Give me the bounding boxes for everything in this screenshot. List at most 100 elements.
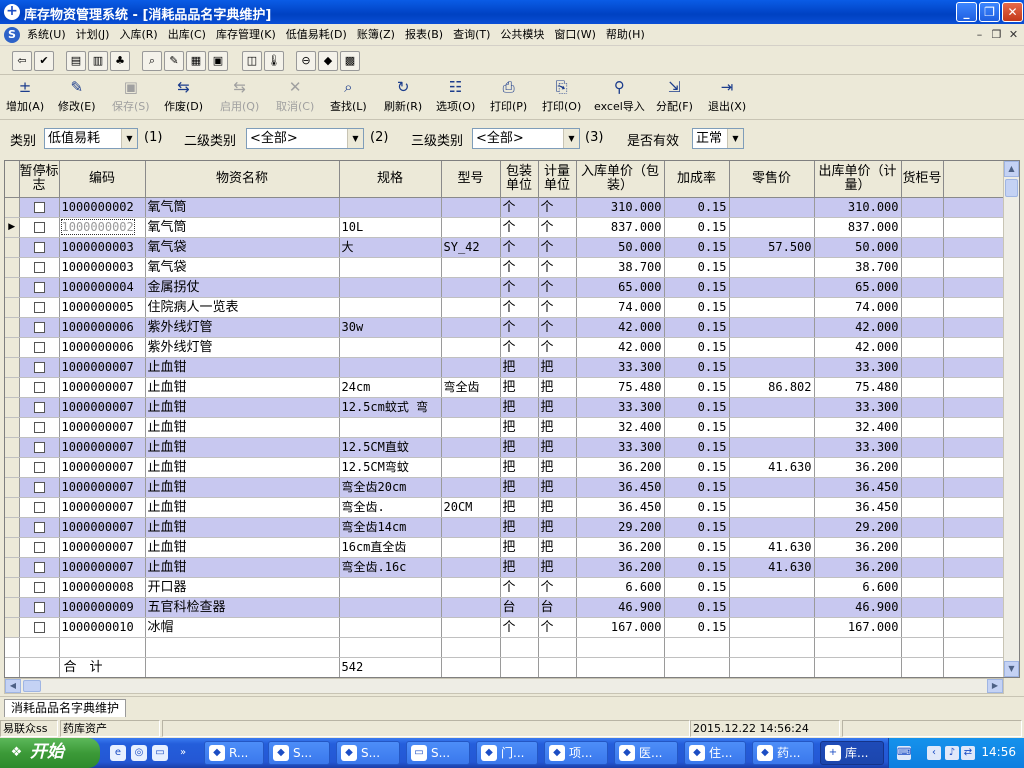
chevron-right-icon[interactable]: »	[175, 745, 191, 761]
cell-code[interactable]: 1000000003	[59, 257, 146, 278]
cell-spec[interactable]: 12.5CM直蚊	[339, 437, 442, 458]
suspend-checkbox[interactable]	[33, 241, 45, 253]
suspend-checkbox[interactable]	[33, 481, 45, 493]
cell-spec[interactable]: 弯全齿.	[339, 497, 442, 518]
toolbar-button-4[interactable]: ⇆ 启用(Q)	[220, 78, 259, 118]
cell-in-price[interactable]: 38.700	[576, 257, 665, 278]
cell-name[interactable]: 氧气筒	[145, 197, 340, 218]
cell-code[interactable]: 1000000007	[59, 397, 146, 418]
cell-model[interactable]	[441, 537, 501, 558]
cell-code[interactable]: 1000000004	[59, 277, 146, 298]
cell-code[interactable]: 1000000007	[59, 557, 146, 578]
cell-model[interactable]	[441, 597, 501, 618]
cell-spec[interactable]	[339, 417, 442, 438]
cell-in-price[interactable]: 33.300	[576, 397, 665, 418]
cell-pack[interactable]: 把	[500, 557, 539, 578]
cell-model[interactable]	[441, 577, 501, 598]
table-row[interactable]: 1000000007 止血钳 16cm直全齿 把 把 36.200 0.15 41.630 36…	[5, 537, 1004, 558]
cell-in-price[interactable]: 36.450	[576, 497, 665, 518]
suspend-checkbox[interactable]	[33, 601, 45, 613]
cell-retail[interactable]	[729, 517, 815, 538]
cell-retail[interactable]	[729, 597, 815, 618]
cell-out-price[interactable]: 36.200	[814, 557, 902, 578]
table-row[interactable]: 1000000007 止血钳 弯全齿20cm 把 把 36.450 0.15 36.450	[5, 477, 1004, 498]
cell-model[interactable]	[441, 197, 501, 218]
cell-model[interactable]	[441, 217, 501, 238]
cell-code[interactable]: 1000000007	[59, 497, 146, 518]
cell-unit[interactable]: 个	[538, 297, 577, 318]
cell-cabinet[interactable]	[901, 517, 944, 538]
cell-model[interactable]	[441, 617, 501, 638]
cell-out-price[interactable]: 310.000	[814, 197, 902, 218]
cell-retail[interactable]	[729, 217, 815, 238]
cell-out-price[interactable]: 33.300	[814, 397, 902, 418]
cell-unit[interactable]: 个	[538, 237, 577, 258]
column-header-0[interactable]: 暂停标志	[19, 161, 60, 198]
cell-model[interactable]	[441, 457, 501, 478]
cell-in-price[interactable]: 65.000	[576, 277, 665, 298]
cell-in-price[interactable]: 36.200	[576, 537, 665, 558]
row-indicator[interactable]	[5, 357, 20, 378]
taskbar-item-1[interactable]: ◆ S...	[268, 741, 330, 765]
document-icon[interactable]: ▤	[66, 51, 86, 71]
cell-code[interactable]: 1000000007	[59, 457, 146, 478]
cell-pack[interactable]: 把	[500, 457, 539, 478]
cell-cabinet[interactable]	[901, 457, 944, 478]
cell-spec[interactable]: 弯全齿.16c	[339, 557, 442, 578]
table-row[interactable]: 1000000003 氧气袋 大 SY_42 个 个 50.000 0.15 57.500 50.…	[5, 237, 1004, 258]
cell-name[interactable]: 住院病人一览表	[145, 297, 340, 318]
cell-in-price[interactable]: 33.300	[576, 357, 665, 378]
cell-unit[interactable]: 个	[538, 217, 577, 238]
cell-markup[interactable]: 0.15	[664, 317, 730, 338]
cell-pack[interactable]: 把	[500, 377, 539, 398]
cell-unit[interactable]: 个	[538, 257, 577, 278]
cell-name[interactable]: 紫外线灯管	[145, 337, 340, 358]
cell-pack[interactable]: 把	[500, 477, 539, 498]
tab-item-dictionary[interactable]: 消耗品品名字典维护	[4, 699, 127, 717]
taskbar-item-3[interactable]: ▭ S...	[406, 741, 470, 765]
taskbar-item-6[interactable]: ◆ 医...	[614, 741, 678, 765]
cell-out-price[interactable]: 74.000	[814, 297, 902, 318]
cell-in-price[interactable]: 42.000	[576, 317, 665, 338]
cell-pack[interactable]: 把	[500, 517, 539, 538]
cell-in-price[interactable]: 33.300	[576, 437, 665, 458]
row-indicator[interactable]	[5, 337, 20, 358]
cell-code[interactable]: 1000000006	[59, 337, 146, 358]
toolbar-button-8[interactable]: ☷ 选项(O)	[436, 78, 475, 118]
toolbar-button-1[interactable]: ✎ 修改(E)	[58, 78, 96, 118]
scroll-left-icon[interactable]: ◀	[5, 679, 21, 693]
cell-pack[interactable]: 个	[500, 577, 539, 598]
cell-model[interactable]: 弯全齿	[441, 377, 501, 398]
column-header-10[interactable]: 出库单价（计量）	[814, 161, 902, 198]
taskbar-item-9[interactable]: + 库...	[820, 741, 884, 765]
horizontal-scrollbar[interactable]: ◀ ▶	[4, 678, 1004, 694]
cell-out-price[interactable]: 38.700	[814, 257, 902, 278]
cell-unit[interactable]: 把	[538, 417, 577, 438]
cell-markup[interactable]: 0.15	[664, 277, 730, 298]
suspend-checkbox[interactable]	[33, 301, 45, 313]
row-indicator[interactable]	[5, 577, 20, 598]
cell-cabinet[interactable]	[901, 297, 944, 318]
grid-icon[interactable]: ▦	[186, 51, 206, 71]
cell-in-price[interactable]: 36.200	[576, 457, 665, 478]
cell-model[interactable]	[441, 437, 501, 458]
column-header-11[interactable]: 货柜号	[901, 161, 944, 198]
suspend-checkbox[interactable]	[33, 361, 45, 373]
cell-in-price[interactable]: 6.600	[576, 577, 665, 598]
cell-name[interactable]: 止血钳	[145, 517, 340, 538]
cell-cabinet[interactable]	[901, 197, 944, 218]
cell-in-price[interactable]: 32.400	[576, 417, 665, 438]
category-select[interactable]: 低值易耗 ▼	[44, 128, 138, 149]
suspend-checkbox[interactable]	[33, 261, 45, 273]
cell-markup[interactable]: 0.15	[664, 237, 730, 258]
cell-retail[interactable]	[729, 617, 815, 638]
toolbar-button-5[interactable]: ✕ 取消(C)	[276, 78, 314, 118]
cell-markup[interactable]: 0.15	[664, 357, 730, 378]
cell-pack[interactable]: 把	[500, 357, 539, 378]
cell-retail[interactable]	[729, 357, 815, 378]
keyboard-icon[interactable]: ⌨	[897, 746, 911, 760]
cell-name[interactable]: 止血钳	[145, 537, 340, 558]
login-icon[interactable]: ⇦	[12, 51, 32, 71]
cell-pack[interactable]: 把	[500, 537, 539, 558]
cell-spec[interactable]: 弯全齿20cm	[339, 477, 442, 498]
